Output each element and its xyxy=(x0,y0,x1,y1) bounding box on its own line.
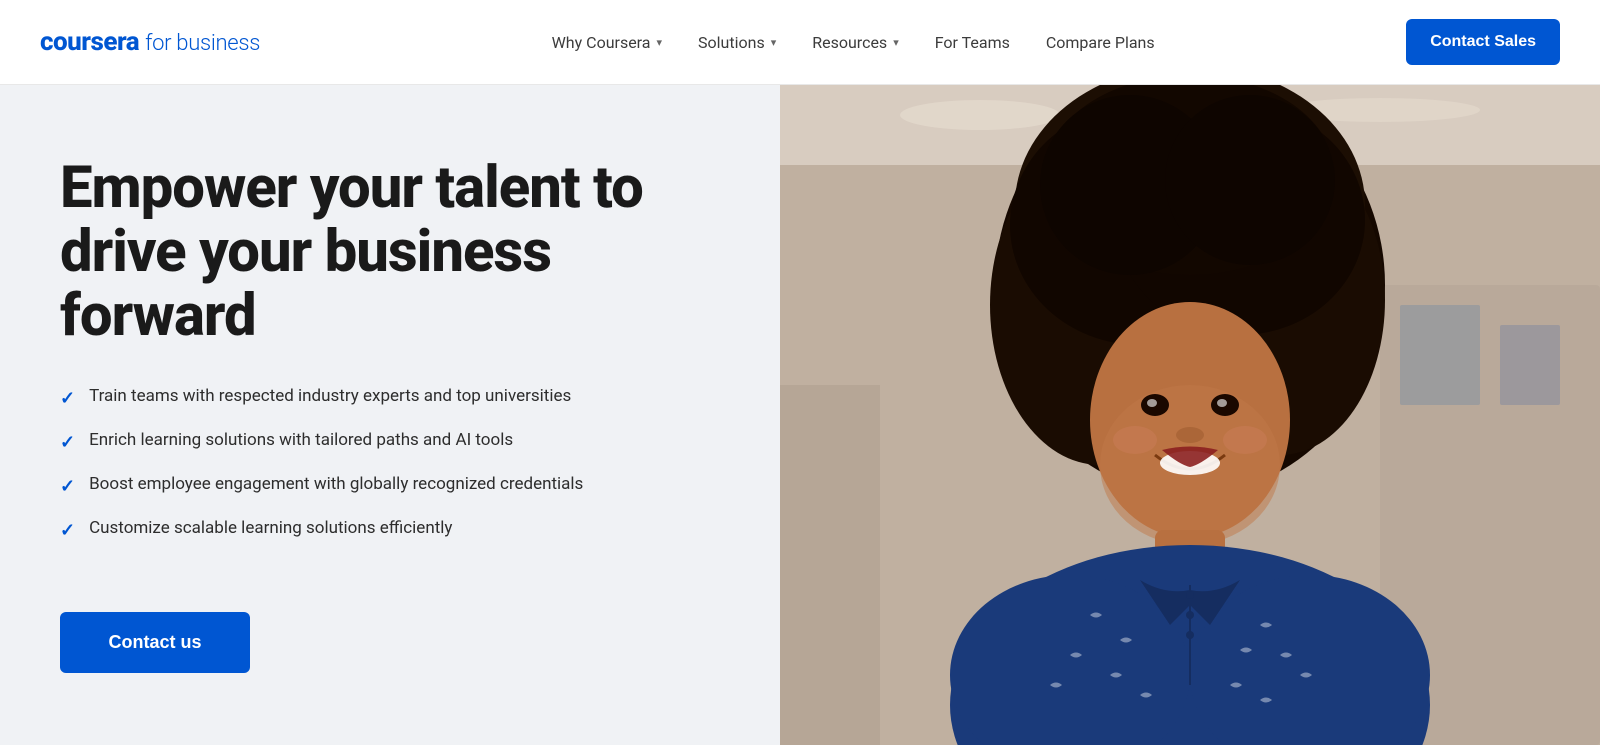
contact-us-button[interactable]: Contact us xyxy=(60,612,250,673)
navbar: coursera for business Why Coursera ▾ Sol… xyxy=(0,0,1600,85)
check-icon: ✓ xyxy=(60,518,75,543)
chevron-down-icon: ▾ xyxy=(771,36,777,49)
logo-for-business: for business xyxy=(145,31,260,56)
nav-item-resources[interactable]: Resources ▾ xyxy=(798,25,912,60)
nav-item-why-coursera[interactable]: Why Coursera ▾ xyxy=(538,25,676,60)
logo[interactable]: coursera for business xyxy=(40,27,260,57)
logo-coursera: coursera xyxy=(40,27,139,57)
nav-links: Why Coursera ▾ Solutions ▾ Resources ▾ F… xyxy=(300,25,1406,60)
list-item: ✓ Enrich learning solutions with tailore… xyxy=(60,429,710,455)
list-item: ✓ Boost employee engagement with globall… xyxy=(60,473,710,499)
nav-item-compare-plans[interactable]: Compare Plans xyxy=(1032,25,1169,60)
hero-image xyxy=(780,85,1600,745)
hero-section: Empower your talent to drive your busine… xyxy=(0,85,1600,745)
hero-person-image xyxy=(780,85,1600,745)
check-icon: ✓ xyxy=(60,430,75,455)
hero-headline: Empower your talent to drive your busine… xyxy=(60,157,710,348)
chevron-down-icon: ▾ xyxy=(893,36,899,49)
list-item: ✓ Customize scalable learning solutions … xyxy=(60,517,710,543)
nav-item-for-teams[interactable]: For Teams xyxy=(921,25,1024,60)
nav-item-solutions[interactable]: Solutions ▾ xyxy=(684,25,790,60)
check-icon: ✓ xyxy=(60,386,75,411)
list-item: ✓ Train teams with respected industry ex… xyxy=(60,385,710,411)
features-list: ✓ Train teams with respected industry ex… xyxy=(60,385,710,562)
chevron-down-icon: ▾ xyxy=(657,36,663,49)
contact-sales-button[interactable]: Contact Sales xyxy=(1406,19,1560,65)
check-icon: ✓ xyxy=(60,474,75,499)
hero-left: Empower your talent to drive your busine… xyxy=(0,85,780,745)
